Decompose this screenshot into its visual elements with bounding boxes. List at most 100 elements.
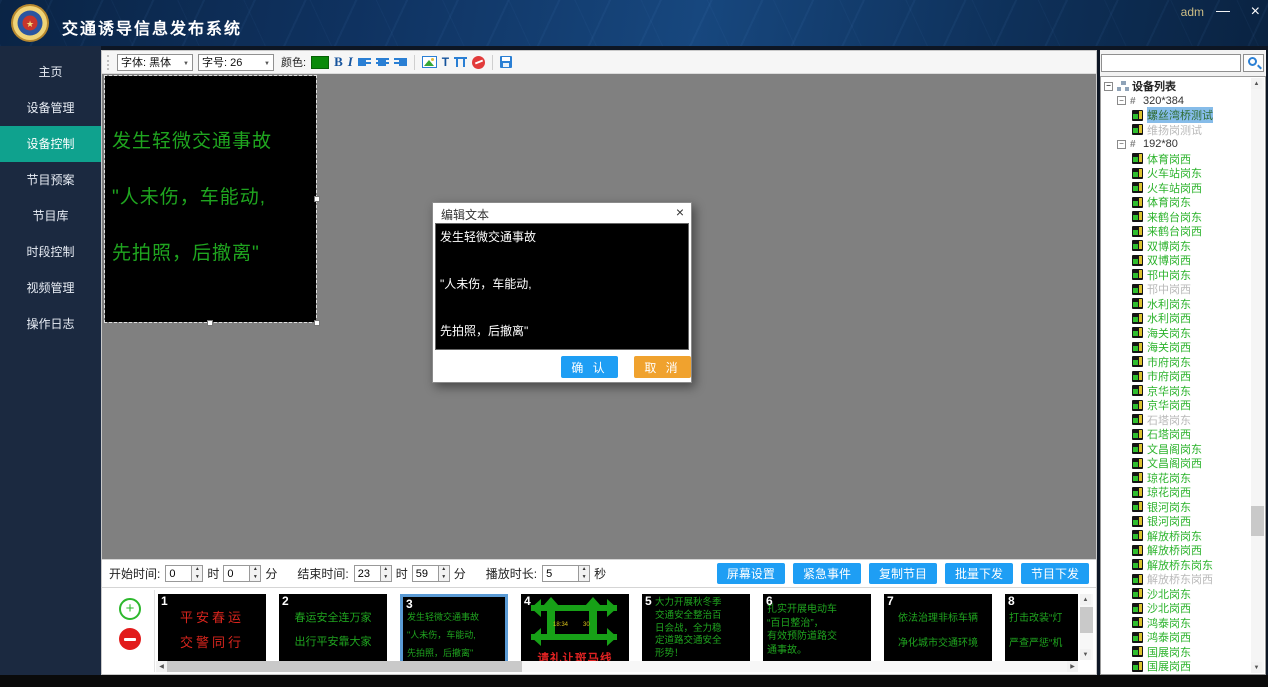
confirm-button[interactable]: 确 认 <box>561 356 618 378</box>
font-size-select[interactable]: 字号: 26 <box>198 54 274 71</box>
scroll-right-icon[interactable] <box>1067 661 1078 672</box>
playlist-item-2[interactable]: 2春运安全连万家出行平安靠大家 <box>279 594 387 666</box>
sidebar-item-7[interactable]: 视频管理 <box>0 270 101 306</box>
device-item[interactable]: 海关岗西 <box>1101 340 1265 355</box>
device-item[interactable]: 来鹤台岗西 <box>1101 224 1265 239</box>
playlist-item-6[interactable]: 6扎实开展电动车“百日整治”，有效预防道路交通事故。 <box>763 594 871 666</box>
horizontal-scrollbar[interactable] <box>156 661 1078 672</box>
duration-stepper[interactable] <box>578 565 590 582</box>
sidebar-item-2[interactable]: 设备管理 <box>0 90 101 126</box>
device-item[interactable]: 京华岗西 <box>1101 398 1265 413</box>
action-button-3[interactable]: 复制节目 <box>869 563 937 584</box>
tree-group-192*80[interactable]: 192*80 <box>1101 137 1265 152</box>
sidebar-item-5[interactable]: 节目库 <box>0 198 101 234</box>
bold-button[interactable]: B <box>334 54 343 70</box>
device-item[interactable]: 银河岗西 <box>1101 514 1265 529</box>
device-item[interactable]: 沙北岗西 <box>1101 601 1265 616</box>
sidebar-item-3[interactable]: 设备控制 <box>0 126 101 162</box>
resize-handle[interactable] <box>207 320 213 326</box>
cancel-button[interactable]: 取 消 <box>634 356 691 378</box>
add-frame-button[interactable]: + <box>119 598 141 620</box>
duration-input[interactable] <box>542 565 578 582</box>
device-item[interactable]: 市府岗东 <box>1101 355 1265 370</box>
end-hour-input[interactable] <box>354 565 380 582</box>
italic-button[interactable]: I <box>348 54 353 70</box>
font-family-select[interactable]: 字体: 黑体 <box>117 54 193 71</box>
scroll-up-icon[interactable] <box>1080 594 1091 605</box>
device-item[interactable]: 解放桥东岗西 <box>1101 572 1265 587</box>
playlist-item-7[interactable]: 7依法治理非标车辆净化城市交通环境 <box>884 594 992 666</box>
scrollbar-thumb[interactable] <box>167 661 522 672</box>
device-item[interactable]: 体育岗西 <box>1101 152 1265 167</box>
scrollbar-track[interactable] <box>167 661 1067 672</box>
close-button[interactable]: × <box>1251 3 1260 21</box>
device-item[interactable]: 螺丝湾桥测试 <box>1101 108 1265 123</box>
color-swatch[interactable] <box>311 56 329 69</box>
playlist-item-3[interactable]: 3发生轻微交通事故"人未伤，车能动,先拍照，后撤离" <box>400 594 508 666</box>
playlist-item-1[interactable]: 1平安春运交警同行 <box>158 594 266 666</box>
device-item[interactable]: 鸿泰岗西 <box>1101 630 1265 645</box>
end-minute-input[interactable] <box>412 565 438 582</box>
align-right-icon[interactable] <box>394 57 407 68</box>
device-item[interactable]: 市府岗西 <box>1101 369 1265 384</box>
align-left-icon[interactable] <box>358 57 371 68</box>
start-minute-input[interactable] <box>223 565 249 582</box>
device-item[interactable]: 双博岗东 <box>1101 239 1265 254</box>
resize-handle[interactable] <box>314 320 320 326</box>
playlist-item-5[interactable]: 5大力开展秋冬季交通安全整治百日会战，全力稳定道路交通安全形势！ <box>642 594 750 666</box>
start-minute-stepper[interactable] <box>249 565 261 582</box>
end-hour-stepper[interactable] <box>380 565 392 582</box>
device-item[interactable]: 文昌阁岗西 <box>1101 456 1265 471</box>
search-button[interactable] <box>1243 54 1264 72</box>
scroll-down-icon[interactable] <box>1080 649 1091 660</box>
device-item[interactable]: 水利岗西 <box>1101 311 1265 326</box>
scrollbar-thumb[interactable] <box>1080 607 1093 633</box>
sidebar-item-8[interactable]: 操作日志 <box>0 306 101 342</box>
device-item[interactable]: 琼花岗西 <box>1101 485 1265 500</box>
align-center-icon[interactable] <box>376 57 389 68</box>
device-item[interactable]: 体育岗东 <box>1101 195 1265 210</box>
device-item[interactable]: 维扬岗测试 <box>1101 123 1265 138</box>
device-item[interactable]: 水利岗东 <box>1101 297 1265 312</box>
tree-scrollbar[interactable] <box>1251 78 1264 673</box>
insert-image-icon[interactable] <box>422 56 437 68</box>
device-item[interactable]: 解放桥岗东 <box>1101 529 1265 544</box>
collapse-icon[interactable] <box>1104 82 1113 91</box>
device-item[interactable]: 沙北岗东 <box>1101 587 1265 602</box>
sidebar-item-6[interactable]: 时段控制 <box>0 234 101 270</box>
insert-text-icon[interactable]: T <box>442 55 449 69</box>
start-hour-input[interactable] <box>165 565 191 582</box>
scroll-down-icon[interactable] <box>1251 662 1262 673</box>
device-item[interactable]: 解放桥东岗东 <box>1101 558 1265 573</box>
minimize-button[interactable]: — <box>1216 2 1230 18</box>
device-item[interactable]: 邗中岗西 <box>1101 282 1265 297</box>
sidebar-item-4[interactable]: 节目预案 <box>0 162 101 198</box>
tree-root[interactable]: 设备列表 <box>1101 79 1265 94</box>
device-search-input[interactable] <box>1101 54 1241 72</box>
frame-template-icon[interactable] <box>454 57 467 68</box>
device-item[interactable]: 来鹤台岗东 <box>1101 210 1265 225</box>
device-item[interactable]: 国展岗西 <box>1101 659 1265 674</box>
device-item[interactable]: 解放桥岗西 <box>1101 543 1265 558</box>
playlist-item-4[interactable]: 418:3430请礼让斑马线 <box>521 594 629 666</box>
scroll-left-icon[interactable] <box>156 661 167 672</box>
device-item[interactable]: 国展岗东 <box>1101 645 1265 660</box>
end-minute-stepper[interactable] <box>438 565 450 582</box>
sidebar-item-1[interactable]: 主页 <box>0 54 101 90</box>
device-item[interactable]: 银河岗东 <box>1101 500 1265 515</box>
device-item[interactable]: 海关岗东 <box>1101 326 1265 341</box>
device-item[interactable]: 火车站岗东 <box>1101 166 1265 181</box>
start-hour-stepper[interactable] <box>191 565 203 582</box>
resize-handle[interactable] <box>314 196 320 202</box>
device-item[interactable]: 文昌阁岗东 <box>1101 442 1265 457</box>
forbid-sign-icon[interactable] <box>472 56 485 69</box>
device-item[interactable]: 邗中岗东 <box>1101 268 1265 283</box>
device-item[interactable]: 京华岗东 <box>1101 384 1265 399</box>
device-item[interactable]: 琼花岗东 <box>1101 471 1265 486</box>
scroll-up-icon[interactable] <box>1251 78 1262 89</box>
action-button-5[interactable]: 节目下发 <box>1021 563 1089 584</box>
scrollbar-thumb[interactable] <box>1251 506 1264 536</box>
dialog-close-icon[interactable]: × <box>676 204 684 220</box>
remove-frame-button[interactable] <box>119 628 141 650</box>
collapse-icon[interactable] <box>1117 96 1126 105</box>
